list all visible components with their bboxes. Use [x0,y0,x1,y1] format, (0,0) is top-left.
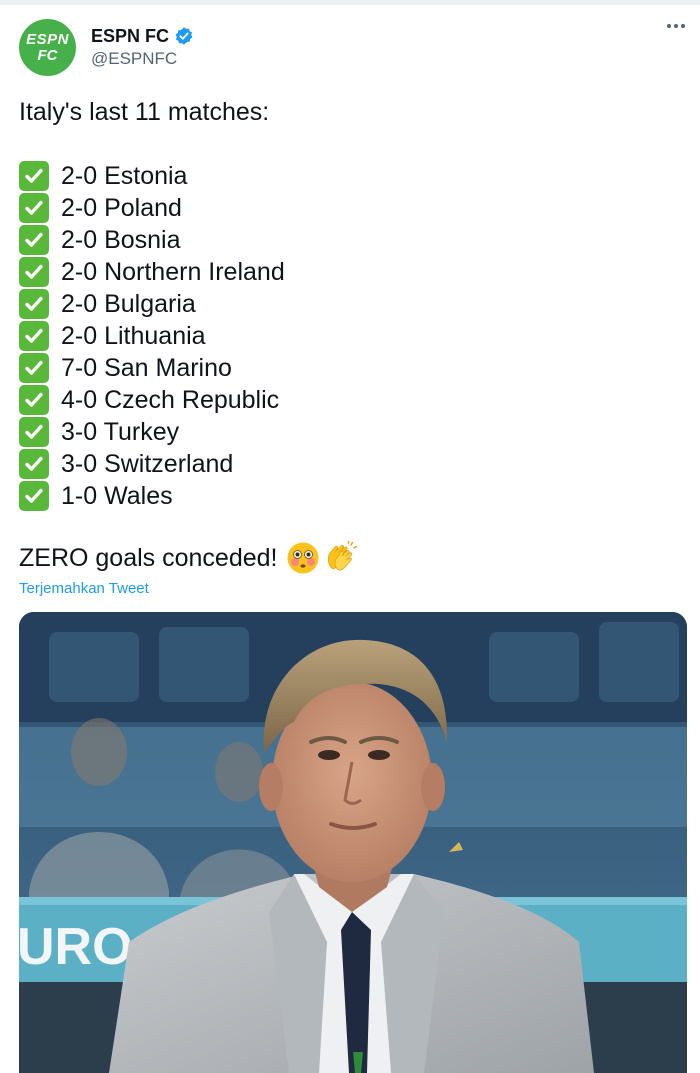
list-item: 3-0 Turkey [19,416,285,448]
more-options-icon[interactable] [667,24,685,28]
check-mark-icon [19,225,49,255]
match-list: 2-0 Estonia 2-0 Poland 2-0 Bosnia 2-0 No… [19,160,285,512]
check-mark-icon [19,321,49,351]
match-result: 4-0 Czech Republic [61,386,280,414]
check-mark-icon [19,449,49,479]
display-name-row[interactable]: ESPN FC [91,24,194,48]
list-item: 2-0 Estonia [19,160,285,192]
check-mark-icon [19,257,49,287]
avatar-logo-line1: ESPN [26,31,69,48]
match-result: 2-0 Northern Ireland [61,258,285,286]
list-item: 2-0 Bulgaria [19,288,285,320]
tweet-intro: Italy's last 11 matches: [19,98,270,126]
closing-text: ZERO goals conceded! [19,544,278,572]
match-result: 2-0 Poland [61,194,182,222]
avatar[interactable]: ESPN FC [19,19,76,76]
verified-badge-icon [175,27,193,45]
handle[interactable]: @ESPNFC [91,49,177,69]
photo-illustration: URO [19,612,687,1073]
flushed-face-icon [287,542,319,574]
match-result: 2-0 Bosnia [61,226,181,254]
check-mark-icon [19,481,49,511]
match-result: 1-0 Wales [61,482,173,510]
tweet: ESPN FC ESPN FC @ESPNFC Italy's last 11 … [0,0,700,1073]
clapping-hands-icon [328,541,358,571]
check-mark-icon [19,417,49,447]
match-result: 3-0 Switzerland [61,450,234,478]
banner-text: URO [19,918,133,976]
list-item: 4-0 Czech Republic [19,384,285,416]
check-mark-icon [19,385,49,415]
check-mark-icon [19,161,49,191]
check-mark-icon [19,193,49,223]
tweet-photo[interactable]: URO [19,612,687,1073]
list-item: 1-0 Wales [19,480,285,512]
list-item: 2-0 Poland [19,192,285,224]
check-mark-icon [19,353,49,383]
match-result: 2-0 Estonia [61,162,188,190]
list-item: 2-0 Lithuania [19,320,285,352]
closing-line: ZERO goals conceded! [19,541,358,575]
match-result: 3-0 Turkey [61,418,180,446]
list-item: 2-0 Bosnia [19,224,285,256]
avatar-logo-line2: FC [37,47,58,64]
match-result: 2-0 Lithuania [61,322,206,350]
match-result: 7-0 San Marino [61,354,232,382]
list-item: 2-0 Northern Ireland [19,256,285,288]
display-name[interactable]: ESPN FC [91,26,169,47]
list-item: 7-0 San Marino [19,352,285,384]
translate-tweet-link[interactable]: Terjemahkan Tweet [19,580,149,597]
check-mark-icon [19,289,49,319]
match-result: 2-0 Bulgaria [61,290,196,318]
list-item: 3-0 Switzerland [19,448,285,480]
